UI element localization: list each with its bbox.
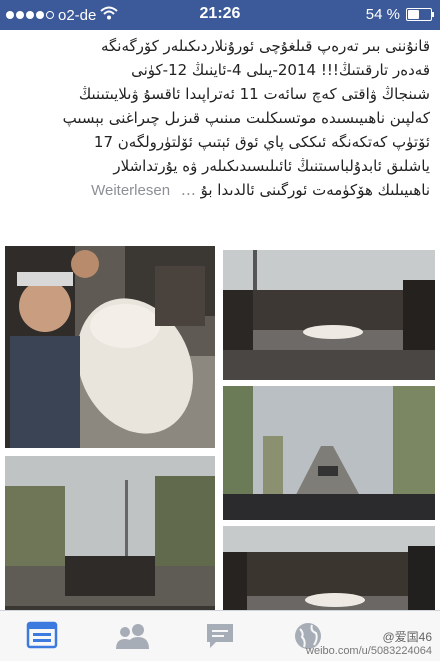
battery-icon	[406, 8, 434, 21]
post-line: ئۆتۈپ كەتكەنگە ئىككى پاي ئوق ئېتىپ ئۆلتۈ…	[93, 133, 430, 151]
post-last-line-row: Weiterlesen … ناھىيىلىك ھۆكۈمەت ئورگىنى …	[10, 178, 430, 203]
battery-area: 54 %	[365, 6, 434, 23]
battery-percentage: 54 %	[365, 6, 400, 23]
read-more-link[interactable]: Weiterlesen	[91, 182, 170, 199]
messages-tab[interactable]	[204, 621, 240, 651]
watermark-url: weibo.com/u/5083224064	[306, 645, 432, 657]
post-line: شىنجاڭ ۋاقتى كەچ سائەت 11 ئەتراپىدا ئاقس…	[78, 85, 430, 103]
weibo-watermark: @爱国46 weibo.com/u/5083224064	[306, 628, 432, 657]
messages-icon	[207, 624, 233, 648]
post-photo[interactable]	[5, 246, 215, 448]
photo-collage	[0, 246, 440, 630]
post-line: قانۇننى بىر تەرەپ قىلغۇچى ئورۇنلاردىكىلە…	[100, 37, 430, 55]
friend-requests-tab[interactable]	[114, 621, 150, 651]
post-line: قەدەر تارقىتىڭ!!! 2014-يىلى 4-ئاينىڭ 12-…	[131, 61, 430, 79]
post-line: ياشلىق ئابدۇلباسىتنىڭ ئائىلىسىدىكىلەر ۋە…	[113, 157, 430, 175]
post-card: قانۇننى بىر تەرەپ قىلغۇچى ئورۇنلاردىكىلە…	[0, 30, 440, 630]
post-body: قانۇننى بىر تەرەپ قىلغۇچى ئورۇنلاردىكىلە…	[10, 34, 430, 234]
status-bar: o2-de 21:26 54 %	[0, 0, 440, 30]
post-line: ناھىيىلىك ھۆكۈمەت ئورگىنى ئالدىدا بۇ	[200, 181, 430, 199]
bottom-tab-bar: @爱国46 weibo.com/u/5083224064	[0, 610, 440, 661]
news-feed-tab[interactable]	[26, 621, 62, 651]
post-photo[interactable]	[5, 456, 215, 620]
ellipsis: …	[180, 181, 196, 199]
post-photo[interactable]	[223, 386, 435, 520]
news-feed-icon	[26, 621, 58, 649]
post-line: كەلپىن ناھىيىسىدە موتسىكلىت مىنىپ قىزىل …	[62, 109, 430, 127]
watermark-handle: @爱国46	[382, 630, 432, 644]
post-photo[interactable]	[223, 250, 435, 380]
friends-icon	[116, 624, 149, 649]
